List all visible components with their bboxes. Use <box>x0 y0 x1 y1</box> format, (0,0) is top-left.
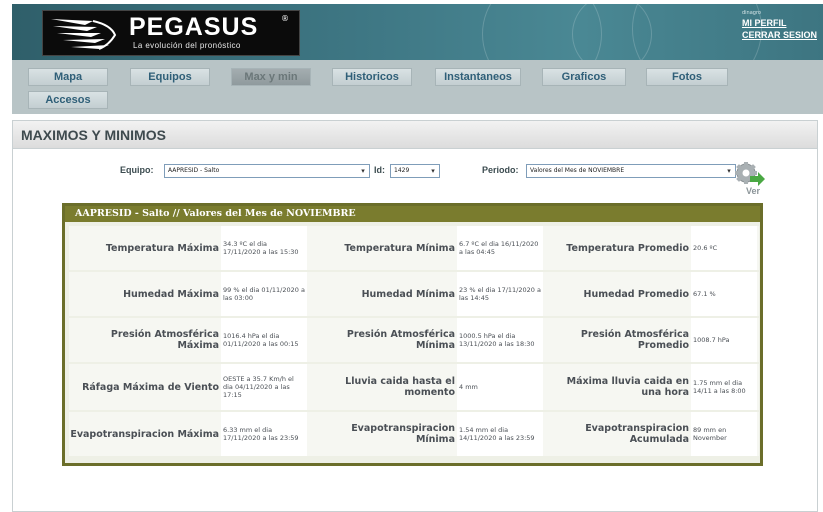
id-label: Id: <box>374 165 385 175</box>
tab-fotos[interactable]: Fotos <box>646 68 728 86</box>
tab-graficos[interactable]: Graficos <box>542 68 626 86</box>
app-header: PEGASUS ® La evolución del pronóstico di… <box>12 4 823 60</box>
stat-value: 67.1 % <box>691 272 757 316</box>
stat-label: Humedad Mínima <box>361 288 455 300</box>
stat-value: 23 % el dia 17/11/2020 a las 14:45 <box>457 272 543 316</box>
stat-value: 1.54 mm el dia 14/11/2020 a las 23:59 <box>457 412 543 456</box>
main-nav: Mapa Equipos Max y min Historicos Instan… <box>12 60 823 114</box>
page-title: MAXIMOS Y MINIMOS <box>13 121 817 149</box>
results-box: AAPRESID - Salto // Valores del Mes de N… <box>62 203 763 466</box>
tab-accesos[interactable]: Accesos <box>28 91 108 109</box>
periodo-select-value: Valores del Mes de NOVIEMBRE <box>530 167 625 174</box>
tab-mapa[interactable]: Mapa <box>28 68 108 86</box>
stat-label: Evapotranspiracion Máxima <box>70 428 219 440</box>
stat-label: Evapotranspiracion Mínima <box>351 423 455 445</box>
stat-label: Humedad Máxima <box>123 288 219 300</box>
stat-label: Presión Atmosférica Máxima <box>110 329 219 351</box>
stat-value: 6.33 mm el dia 17/11/2020 a las 23:59 <box>221 412 307 456</box>
user-name: dinagro <box>741 10 761 16</box>
pegasus-logo[interactable]: PEGASUS ® La evolución del pronóstico <box>42 10 300 56</box>
stat-label: Temperatura Máxima <box>105 242 219 254</box>
stat-value: 1016.4 hPa el dia 01/11/2020 a las 00:15 <box>221 318 307 362</box>
stat-label: Temperatura Mínima <box>344 242 455 254</box>
stat-label: Presión Atmosférica Promedio <box>580 329 689 351</box>
tab-instantaneos[interactable]: Instantaneos <box>435 68 521 86</box>
stat-value: 4 mm <box>457 364 543 410</box>
stat-label: Humedad Promedio <box>583 288 689 300</box>
stat-label: Lluvia caida hasta el momento <box>345 376 455 398</box>
tab-max-y-min[interactable]: Max y min <box>231 68 311 86</box>
user-area: dinagro MI PERFIL CERRAR SESION <box>742 10 817 41</box>
stat-label: Presión Atmosférica Mínima <box>346 329 455 351</box>
profile-link[interactable]: MI PERFIL <box>742 17 817 29</box>
periodo-label: Periodo: <box>482 165 519 175</box>
stat-value: 20.6 ºC <box>691 226 757 270</box>
equipo-label: Equipo: <box>120 165 154 175</box>
stat-label: Ráfaga Máxima de Viento <box>82 381 219 393</box>
brand-name: PEGASUS <box>129 13 259 41</box>
stat-label: Evapotranspiracion Acumulada <box>585 423 689 445</box>
stat-value: 1.75 mm el dia 14/11 a las 8:00 <box>691 364 757 410</box>
chevron-down-icon: ▾ <box>361 167 365 175</box>
stat-value: OESTE a 35.7 Km/h el dia 04/11/2020 a la… <box>221 364 307 410</box>
equipo-select[interactable]: AAPRESID - Salto ▾ <box>164 164 370 178</box>
registered-mark: ® <box>281 14 289 23</box>
logout-link[interactable]: CERRAR SESION <box>742 29 817 41</box>
stat-value: 1000.5 hPa el dia 13/11/2020 a las 18:30 <box>457 318 543 362</box>
tab-equipos[interactable]: Equipos <box>130 68 210 86</box>
stat-value: 1008.7 hPa <box>691 318 757 362</box>
periodo-select[interactable]: Valores del Mes de NOVIEMBRE ▾ <box>526 164 736 178</box>
stat-value: 6.7 ºC el dia 16/11/2020 a las 04:45 <box>457 226 543 270</box>
chevron-down-icon: ▾ <box>431 167 435 175</box>
pegasus-wing-icon <box>51 19 117 50</box>
id-select[interactable]: 1429 ▾ <box>390 164 440 178</box>
gear-arrow-icon <box>735 162 765 186</box>
stat-value: 89 mm en November <box>691 412 757 456</box>
results-heading: AAPRESID - Salto // Valores del Mes de N… <box>65 206 760 222</box>
ver-button-label[interactable]: Ver <box>746 186 760 196</box>
stat-value: 99 % el dia 01/11/2020 a las 03:00 <box>221 272 307 316</box>
stat-label: Temperatura Promedio <box>566 242 689 254</box>
equipo-select-value: AAPRESID - Salto <box>168 167 220 174</box>
brand-tagline: La evolución del pronóstico <box>133 41 241 50</box>
id-select-value: 1429 <box>394 167 410 174</box>
stat-label: Máxima lluvia caida en una hora <box>566 376 689 398</box>
stat-value: 34.3 ºC el dia 17/11/2020 a las 15:30 <box>221 226 307 270</box>
tab-historicos[interactable]: Historicos <box>332 68 412 86</box>
